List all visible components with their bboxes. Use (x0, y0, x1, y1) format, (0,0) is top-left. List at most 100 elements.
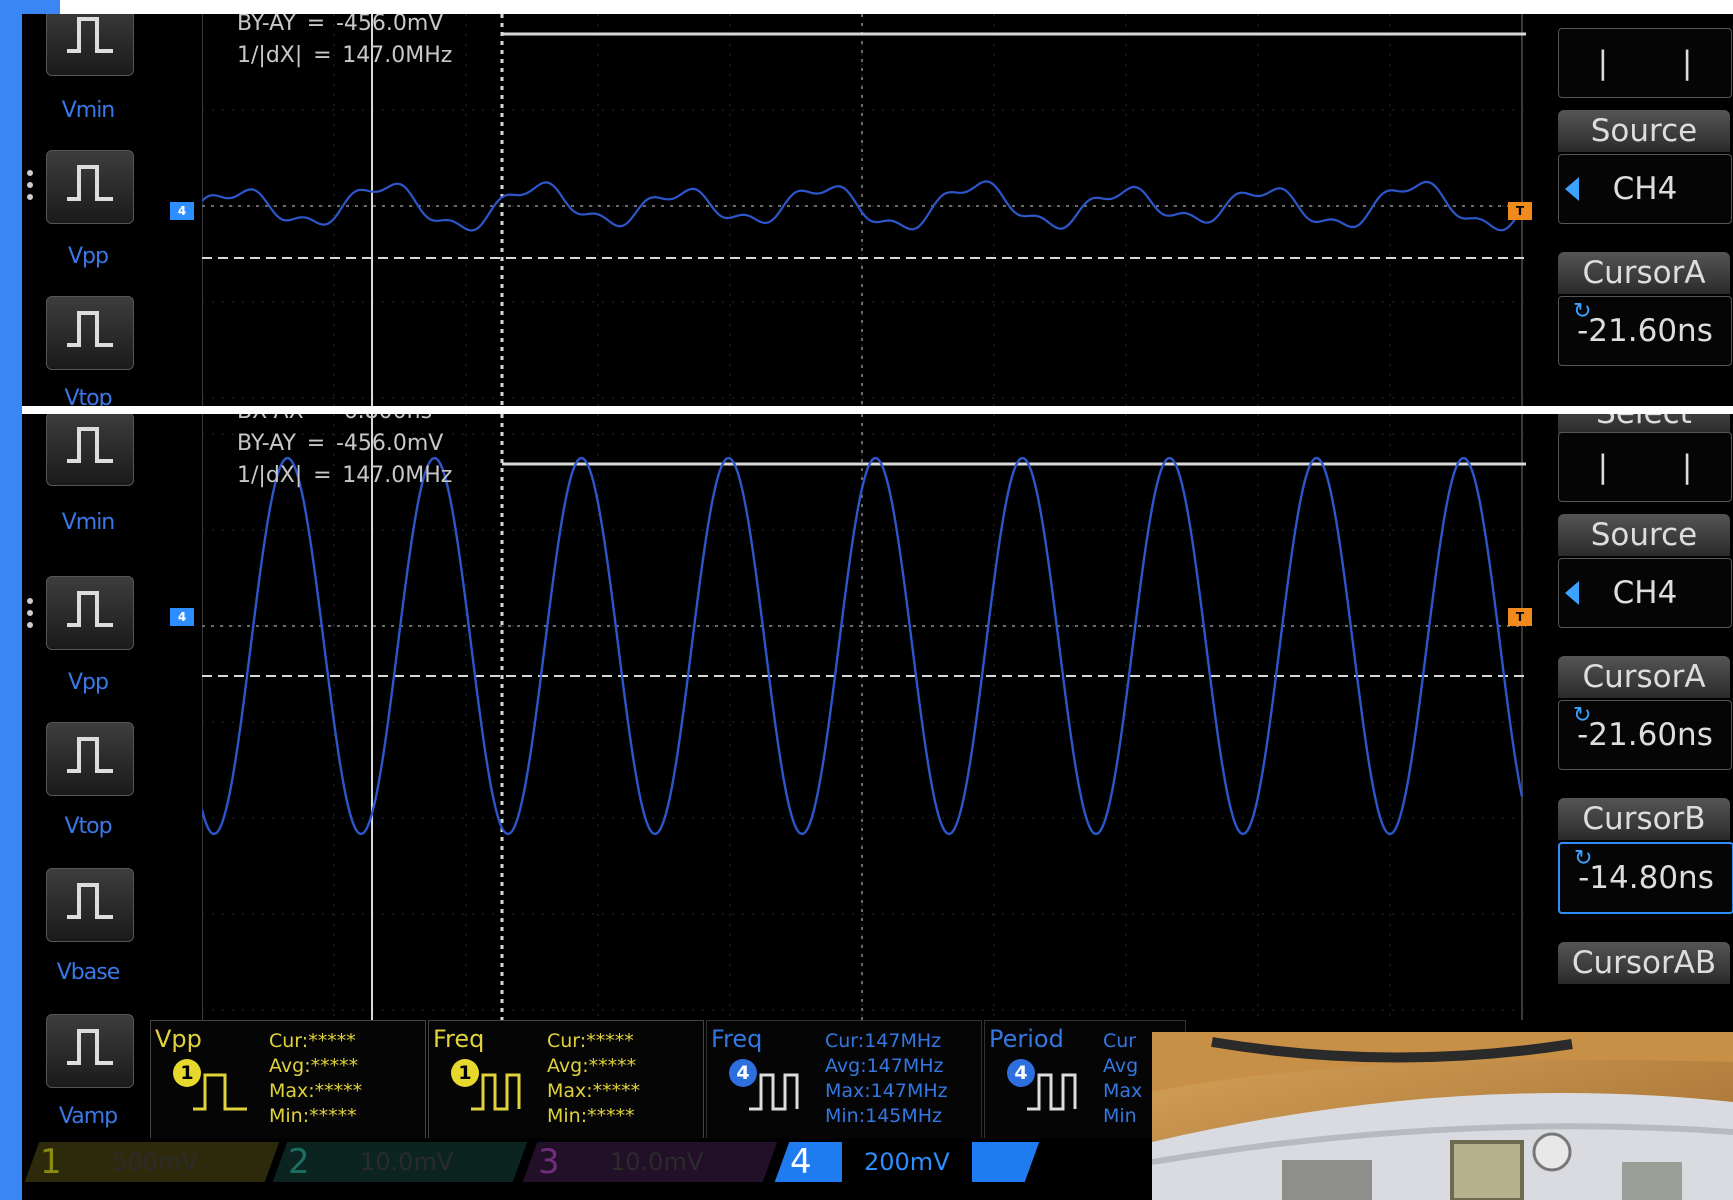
vtop-button[interactable] (46, 722, 134, 796)
readout-label: 1/|dX| (237, 463, 303, 488)
measure-rows: Cur:***** Avg:***** Max:***** Min:***** (547, 1029, 640, 1129)
camera-photo-inset (1152, 1032, 1733, 1200)
vbase-label: Vbase (56, 960, 121, 985)
measure-box-freq-ch1[interactable]: Freq 1 Cur:***** Avg:***** Max:***** Min… (428, 1020, 704, 1140)
readout-eq: = (304, 414, 344, 428)
measure-rows: Cur:147MHz Avg:147MHz Max:147MHz Min:145… (825, 1029, 948, 1129)
pulse-icon (67, 165, 113, 201)
channel-4-tab[interactable]: 4 200mV (774, 1142, 1040, 1182)
readout-label: BY-AY (237, 431, 296, 456)
vmin-button[interactable] (46, 14, 134, 76)
measure-title: Freq (433, 1025, 485, 1053)
pulse-icon (67, 17, 113, 53)
cursor-readout: BX-AX=6.800ns BY-AY=-456.0mV 1/|dX|=147.… (237, 414, 452, 492)
vamp-label: Vamp (58, 1104, 118, 1129)
channel-scale: 500mV (112, 1148, 198, 1176)
readout-value: 147.0MHz (342, 43, 453, 68)
readout-label: BX-AX (237, 414, 304, 424)
readout-eq: = (313, 43, 332, 68)
source-header: Source (1558, 514, 1730, 556)
measure-cur: Cur:***** (269, 1030, 356, 1052)
trigger-marker[interactable]: T (1508, 608, 1532, 626)
channel-number: 3 (538, 1142, 560, 1182)
measure-max: Max:***** (547, 1080, 641, 1102)
pulse-icon (67, 427, 113, 463)
vtop-button[interactable] (46, 296, 134, 370)
select-header: Select (1558, 414, 1730, 434)
select-bars: | | (1597, 45, 1725, 81)
select-bars: | | (1597, 449, 1725, 485)
measure-min: Min:***** (547, 1105, 635, 1127)
page-dots (24, 164, 36, 206)
measure-menu-left: Vmin Vpp Vtop Vbase Vamp (22, 414, 150, 1200)
vpp-button[interactable] (46, 150, 134, 224)
vmin-label: Vmin (61, 510, 116, 535)
left-arrow-icon (1565, 177, 1579, 201)
source-value[interactable]: CH4 (1558, 154, 1732, 224)
source-text: CH4 (1612, 171, 1678, 207)
measure-avg: Avg (1103, 1055, 1139, 1077)
cursor-b-text: -14.80ns (1578, 860, 1714, 896)
channel-4-marker[interactable]: 4 (170, 608, 194, 626)
measure-avg: Avg:147MHz (825, 1055, 944, 1077)
channel-scale: 10.0mV (360, 1148, 454, 1176)
rotary-knob-icon: ↻ (1573, 299, 1592, 324)
readout-label: BY-AY (237, 14, 296, 36)
left-arrow-icon (1565, 581, 1579, 605)
channel-scale: 200mV (842, 1142, 972, 1182)
measure-rows: Cur Avg Max Min (1103, 1029, 1142, 1129)
vbase-button[interactable] (46, 868, 134, 942)
waveform-grid (202, 14, 1526, 406)
cursor-a-text: -21.60ns (1577, 717, 1713, 753)
cursor-a-value[interactable]: ↻ -21.60ns (1558, 700, 1732, 770)
vpp-button[interactable] (46, 576, 134, 650)
page-dots (24, 592, 36, 634)
measure-box-vpp-ch1[interactable]: Vpp 1 Cur:***** Avg:***** Max:***** Min:… (150, 1020, 426, 1140)
select-value[interactable]: | | (1558, 432, 1732, 502)
measure-box-freq-ch4[interactable]: Freq 4 Cur:147MHz Avg:147MHz Max:147MHz … (706, 1020, 982, 1140)
pulse-icon (1027, 1073, 1077, 1111)
measure-avg: Avg:***** (269, 1055, 359, 1077)
source-value[interactable]: CH4 (1558, 558, 1732, 628)
waveform-svg (202, 14, 1526, 406)
readout-value: -456.0mV (335, 431, 444, 456)
channel-1-tab[interactable]: 1 500mV (24, 1142, 280, 1182)
cursor-a-value[interactable]: ↻ -21.60ns (1558, 296, 1732, 366)
pulse-icon (749, 1073, 799, 1111)
source-text: CH4 (1612, 575, 1678, 611)
channel-3-tab[interactable]: 3 10.0mV (522, 1142, 778, 1182)
waveform-svg (202, 414, 1526, 1020)
vtop-label: Vtop (64, 814, 112, 839)
vpp-label: Vpp (68, 670, 109, 695)
measure-title: Period (989, 1025, 1064, 1053)
pulse-icon (67, 591, 113, 627)
pulse-icon (67, 883, 113, 919)
cursor-readout: BY-AY = -456.0mV 1/|dX| = 147.0MHz (237, 14, 452, 72)
measure-rows: Cur:***** Avg:***** Max:***** Min:***** (269, 1029, 362, 1129)
cursor-a-header: CursorA (1558, 252, 1730, 294)
trigger-marker[interactable]: T (1508, 202, 1532, 220)
measure-title: Freq (711, 1025, 763, 1053)
vamp-button[interactable] (46, 1014, 134, 1088)
vpp-label: Vpp (68, 244, 109, 269)
cursor-menu-right: | | Source CH4 CursorA ↻ -21.60ns (1550, 14, 1733, 406)
rotary-knob-icon: ↻ (1573, 703, 1592, 728)
channel-number: 1 (40, 1142, 62, 1182)
measure-max: Max (1103, 1080, 1143, 1102)
measure-avg: Avg:***** (547, 1055, 637, 1077)
pulse-icon (67, 737, 113, 773)
pulse-icon (193, 1073, 247, 1111)
measure-min: Min (1103, 1105, 1137, 1127)
top-edge-strip (22, 0, 60, 14)
cursor-b-value[interactable]: ↻ -14.80ns (1558, 842, 1733, 914)
channel-4-marker[interactable]: 4 (170, 202, 194, 220)
vmin-button[interactable] (46, 414, 134, 486)
cursor-a-header: CursorA (1558, 656, 1730, 698)
measure-menu-left: Vmin Vpp Vtop (22, 14, 150, 406)
measure-max: Max:147MHz (825, 1080, 948, 1102)
rotary-knob-icon: ↻ (1574, 846, 1593, 871)
select-value[interactable]: | | (1558, 28, 1732, 98)
channel-2-tab[interactable]: 2 10.0mV (272, 1142, 528, 1182)
pulse-icon (67, 311, 113, 347)
vtop-label: Vtop (64, 386, 112, 406)
